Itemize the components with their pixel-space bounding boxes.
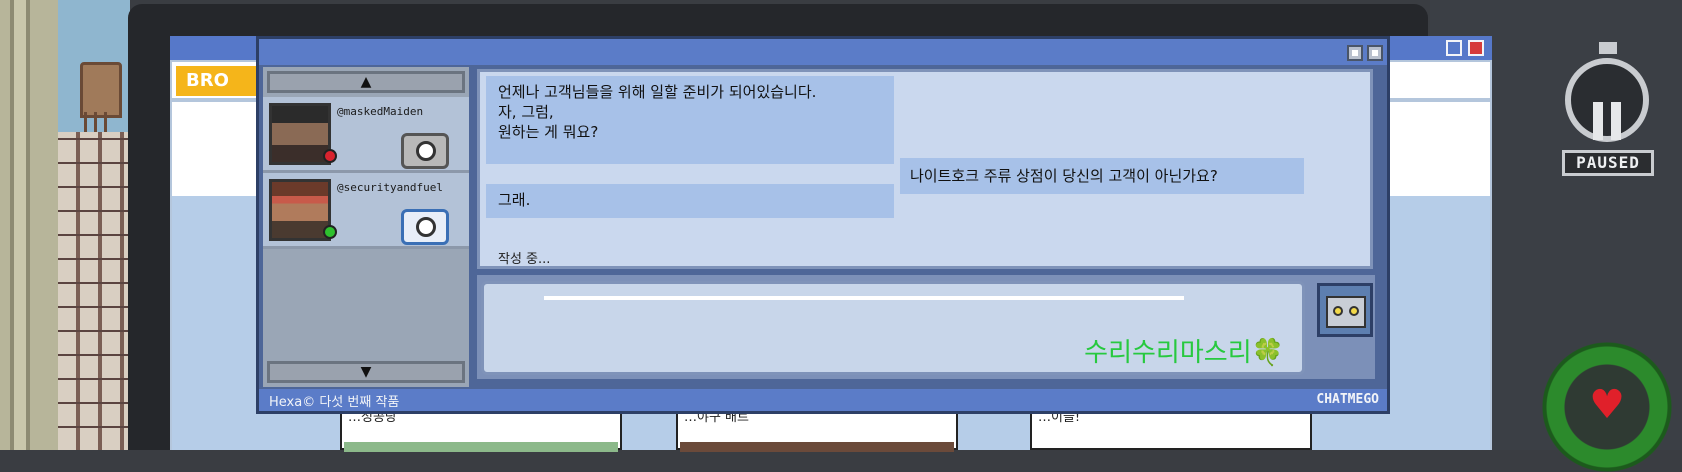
chat-footer: Hexa© 다섯 번째 작품 CHATMEGO [259,389,1387,411]
stopwatch-icon [1565,58,1649,142]
avatar [269,103,331,165]
typing-indicator: 작성 중... [498,252,551,267]
product-card-image [344,442,618,452]
incoming-message: 언제나 고객님들을 위해 일할 준비가 되어있습니다. 자, 그럼, 원하는 게… [486,76,894,164]
footer-credit: Hexa© 다섯 번째 작품 [269,395,400,410]
compose-area: 수리수리마스리🍀 [477,275,1375,379]
browser-minimize-button[interactable] [1446,40,1462,56]
contact-list: ▲ @maskedMaiden @securityandfuel ▼ [263,67,469,387]
pause-bar-left [1593,102,1603,140]
paused-label: PAUSED [1562,150,1654,176]
chat-minimize-button[interactable] [1347,45,1363,61]
offline-status-icon [323,149,337,163]
message-log: 언제나 고객님들을 위해 일할 준비가 되어있습니다. 자, 그럼, 원하는 게… [477,69,1373,269]
robot-icon [1326,296,1366,328]
stopwatch-pause-button[interactable] [1563,42,1653,142]
contact-name: @securityandfuel [337,181,443,194]
online-status-icon [323,225,337,239]
building-pillar [0,0,58,450]
brand-logo[interactable]: BRO [176,66,266,96]
chat-maximize-button[interactable] [1367,45,1383,61]
message-input[interactable]: 수리수리마스리🍀 [481,281,1305,375]
open-chat-button[interactable] [401,133,449,169]
arrow-down-icon: ▼ [360,364,372,380]
contact-item[interactable]: @securityandfuel [263,173,469,249]
open-chat-button[interactable] [401,209,449,245]
speech-bubble-icon [416,217,436,237]
chat-titlebar[interactable] [259,39,1387,65]
browser-close-button[interactable] [1468,40,1484,56]
arrow-up-icon: ▲ [360,74,372,90]
product-card-image [680,442,954,452]
building [58,132,130,450]
contact-item[interactable]: @maskedMaiden [263,97,469,173]
robot-eye [1333,306,1343,316]
water-tower-legs [84,112,114,134]
chat-app-logo: CHATMEGO [1316,392,1379,407]
water-tower [80,62,122,118]
stopwatch-crown [1599,42,1617,54]
contact-name: @maskedMaiden [337,105,424,118]
chat-window: ▲ @maskedMaiden @securityandfuel ▼ 언제나 고… [256,36,1390,414]
speech-bubble-icon [416,141,436,161]
scroll-down-button[interactable]: ▼ [267,361,465,383]
bot-avatar [1317,283,1373,337]
city-background [0,0,130,450]
incoming-message: 그래. [486,184,894,218]
heart-icon: ♥ [1589,382,1625,428]
robot-eye [1349,306,1359,316]
pause-bar-right [1611,102,1621,140]
scroll-up-button[interactable]: ▲ [267,71,465,93]
outgoing-message: 나이트호크 주류 상점이 당신의 고객이 아닌가요? [900,158,1304,194]
avatar [269,179,331,241]
message-input-text: 수리수리마스리🍀 [1084,338,1284,368]
input-highlight [544,296,1184,300]
